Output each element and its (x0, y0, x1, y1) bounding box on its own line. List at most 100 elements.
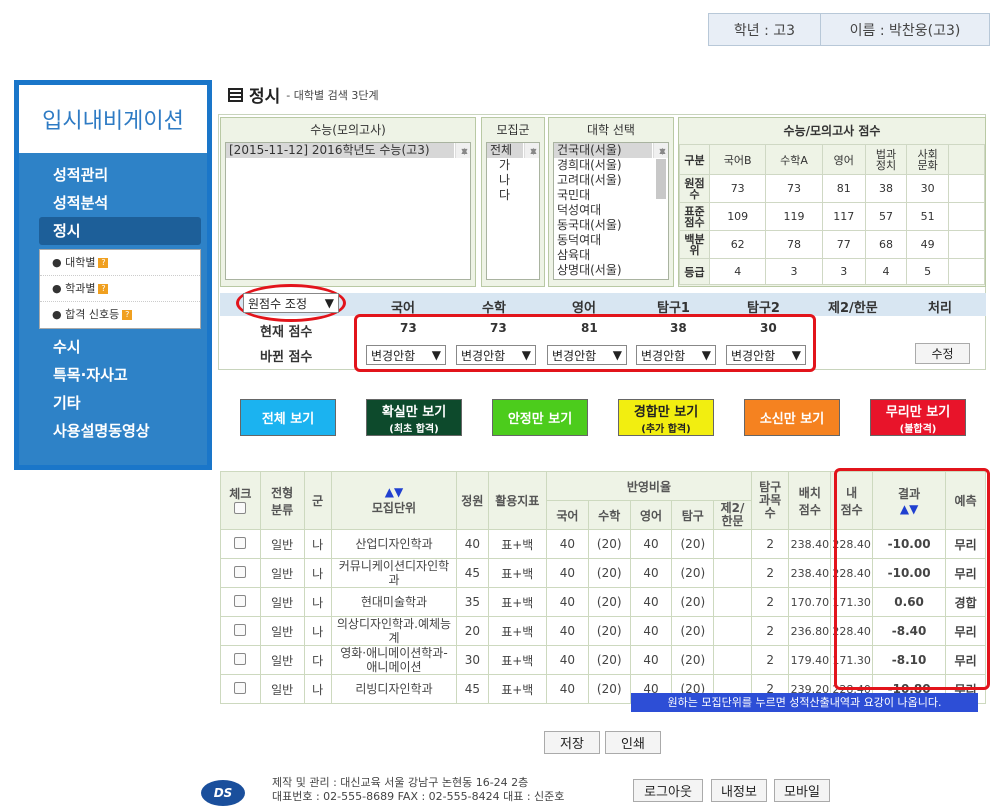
group-option-da[interactable]: 다 (487, 188, 539, 203)
sidebar-item-score-manage[interactable]: 성적관리 (19, 161, 207, 189)
col-ratio: 반영비율 (546, 471, 752, 501)
sidebar-item-video[interactable]: 사용설명동영상 (19, 417, 207, 445)
univ-option[interactable]: 동국대(서울) (554, 218, 668, 233)
cell-unit[interactable]: 산업디자인학과 (330, 529, 458, 559)
highlight-box-results (834, 468, 990, 690)
cell-unit[interactable]: 커뮤니케이션디자인학과 (330, 558, 458, 588)
col-math: 수학 (587, 500, 631, 530)
company-logo: DS (201, 780, 245, 806)
changed-score-select-tam2[interactable]: 변경안함 ▼ (726, 345, 806, 365)
adjust-subject: 제2/한문 (828, 301, 878, 316)
score-cell: 68 (864, 230, 908, 259)
cell-tamcnt: 2 (750, 529, 790, 559)
filter-compete-button[interactable]: 경합만 보기 (추가 합격) (618, 399, 714, 436)
my-info-button[interactable]: 내정보 (711, 779, 767, 802)
score-cell: 109 (708, 202, 767, 231)
col-eng: 영어 (629, 500, 673, 530)
row-checkbox[interactable] (234, 536, 247, 549)
group-scrollbar[interactable]: ▲ ▼ (524, 143, 539, 158)
submenu-by-univ[interactable]: ● 대학별? (40, 250, 200, 276)
row-checkbox[interactable] (234, 594, 247, 607)
cell-kor: 40 (546, 558, 589, 588)
exam-listbox[interactable]: [2015-11-12] 2016학년도 수능(고3) ▲ ▼ (225, 142, 471, 280)
univ-option[interactable]: 국민대 (554, 188, 668, 203)
changed-score-select-tam1[interactable]: 변경안함 ▼ (636, 345, 716, 365)
cell-unit[interactable]: 영화·애니메이션학과-애니메이션 (330, 645, 458, 675)
row-checkbox[interactable] (234, 623, 247, 636)
cell-tamcnt: 2 (750, 616, 790, 646)
sidebar-item-early[interactable]: 수시 (19, 333, 207, 361)
sidebar-item-special-school[interactable]: 특목·자사고 (19, 361, 207, 389)
group-option-na[interactable]: 나 (487, 173, 539, 188)
page-title-area: 정시 - 대학별 검색 3단계 (228, 82, 379, 107)
univ-option[interactable]: 동덕여대 (554, 233, 668, 248)
score-cell: 3 (765, 258, 823, 285)
changed-score-label: 바뀐 점수 (260, 350, 313, 365)
dropdown-arrow-icon: ▼ (324, 296, 334, 310)
univ-option[interactable]: 경희대(서울) (554, 158, 668, 173)
exam-option[interactable]: [2015-11-12] 2016학년도 수능(고3) (226, 143, 454, 158)
cell-index: 표+백 (487, 616, 548, 646)
changed-score-select-math[interactable]: 변경안함 ▼ (456, 345, 536, 365)
changed-score-select-kor[interactable]: 변경안함 ▼ (366, 345, 446, 365)
row-checkbox[interactable] (234, 652, 247, 665)
filter-sure-button[interactable]: 확실만 보기 (최초 합격) (366, 399, 462, 436)
group-option-ga[interactable]: 가 (487, 158, 539, 173)
score-cell: 57 (864, 202, 908, 231)
cell-group: 나 (303, 616, 332, 646)
changed-score-select-eng[interactable]: 변경안함 ▼ (547, 345, 627, 365)
submenu-by-dept[interactable]: ● 학과별? (40, 276, 200, 302)
cell-unit[interactable]: 리빙디자인학과 (330, 674, 458, 704)
help-icon: ? (98, 284, 109, 294)
cell-cutoff: 236.80 (788, 616, 832, 646)
print-button[interactable]: 인쇄 (605, 731, 661, 754)
row-checkbox[interactable] (234, 565, 247, 578)
cell-unit[interactable]: 의상디자인학과.예체능계 (330, 616, 458, 646)
filter-belief-button[interactable]: 소신만 보기 (744, 399, 840, 436)
filter-safe-button[interactable]: 안정만 보기 (492, 399, 588, 436)
cell-group: 나 (303, 587, 332, 617)
score-cell: 77 (821, 230, 866, 259)
mobile-button[interactable]: 모바일 (774, 779, 830, 802)
score-cell: 30 (906, 174, 949, 203)
cell-index: 표+백 (487, 529, 548, 559)
univ-option[interactable]: 고려대(서울) (554, 173, 668, 188)
cell-sec (713, 529, 752, 559)
sidebar-item-score-analysis[interactable]: 성적분석 (19, 189, 207, 217)
apply-button[interactable]: 수정 (915, 343, 970, 364)
univ-option[interactable]: 건국대(서울) (554, 143, 652, 158)
univ-scrollbar[interactable]: ▲ ▼ (653, 143, 668, 199)
save-button[interactable]: 저장 (544, 731, 600, 754)
exam-scrollbar[interactable]: ▲ ▼ (455, 143, 470, 158)
col-group: 군 (303, 471, 332, 530)
current-score-label: 현재 점수 (260, 325, 313, 340)
page-title: 정시 (249, 87, 281, 107)
univ-option[interactable]: 삼육대 (554, 248, 668, 263)
filter-risk-button[interactable]: 무리만 보기 (불합격) (870, 399, 966, 436)
adjust-subject: 처리 (928, 301, 952, 316)
univ-option[interactable]: 덕성여대 (554, 203, 668, 218)
score-col: 수학A (765, 144, 823, 175)
check-all-checkbox[interactable] (234, 501, 247, 514)
row-checkbox[interactable] (234, 681, 247, 694)
sidebar-item-etc[interactable]: 기타 (19, 389, 207, 417)
cell-unit[interactable]: 현대미술학과 (330, 587, 458, 617)
univ-option[interactable]: 상명대(서울) (554, 263, 668, 278)
cell-kor: 40 (546, 674, 589, 704)
col-unit[interactable]: ▲▼ 모집단위 (330, 471, 458, 530)
adjust-mode-select[interactable]: 원점수 조정 ▼ (243, 293, 339, 313)
group-listbox[interactable]: 전체 가 나 다 ▲ ▼ (486, 142, 540, 280)
cell-cutoff: 179.40 (788, 645, 832, 675)
submenu-signal[interactable]: ● 합격 신호등? (40, 302, 200, 328)
sidebar-item-regular[interactable]: 정시 (39, 217, 201, 245)
group-option-all[interactable]: 전체 (487, 143, 523, 158)
filter-all-button[interactable]: 전체 보기 (240, 399, 336, 436)
logout-button[interactable]: 로그아웃 (633, 779, 703, 802)
notice-bar: 원하는 모집단위를 누르면 성적산출내역과 요강이 나옵니다. (631, 693, 978, 712)
col-sec: 제2/ 한문 (713, 500, 752, 530)
cell-type: 일반 (259, 674, 305, 704)
group-panel: 모집군 전체 가 나 다 ▲ ▼ (481, 117, 545, 287)
cell-group: 나 (303, 558, 332, 588)
univ-listbox[interactable]: 건국대(서울) 경희대(서울) 고려대(서울) 국민대 덕성여대 동국대(서울)… (553, 142, 669, 280)
col-check: 체크 (220, 471, 261, 530)
